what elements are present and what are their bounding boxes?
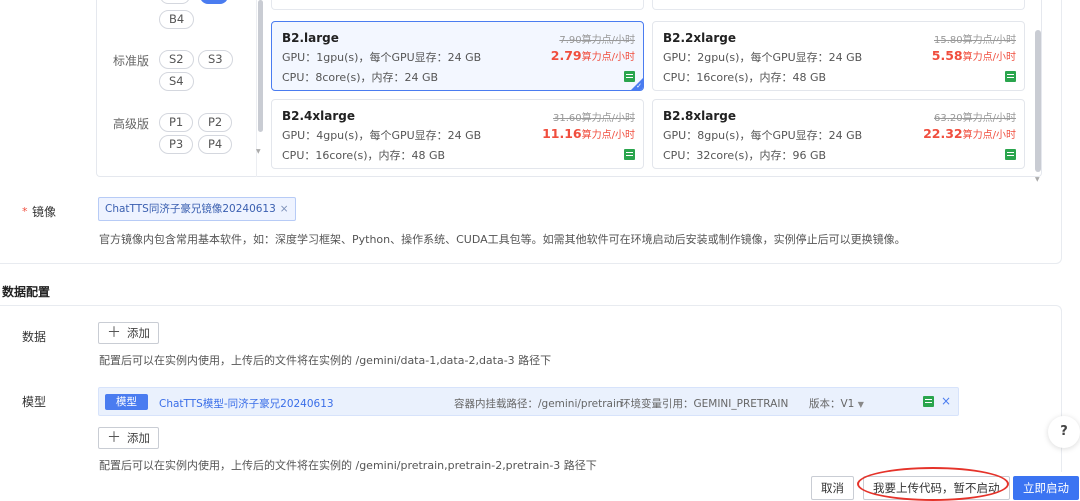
start-now-button[interactable]: 立即启动 [1013,476,1079,500]
model-name[interactable]: ChatTTS模型-同济子豪兄20240613 [159,396,334,411]
price-unit: 算力点/小时 [581,52,635,63]
instance-cpu: CPU：8core(s)，内存：24 GB [282,71,439,84]
price-value: 2.79 [550,48,582,63]
tier-chip-s4[interactable]: S4 [159,72,194,91]
check-icon: ✓ [636,82,642,90]
instance-cpu: CPU：16core(s)，内存：48 GB [282,149,446,162]
add-data-button[interactable]: ＋ 添加 [98,322,159,344]
price-value: 22.32 [923,126,963,141]
section-title-data-config: 数据配置 [2,285,51,299]
price-unit: 算力点/小时 [962,52,1016,63]
price-value: 5.58 [931,48,963,63]
spreadsheet-icon[interactable] [1005,71,1016,82]
data-hint: 配置后可以在实例内使用，上传后的文件将在实例的 /gemini/data-1,d… [99,354,552,367]
price-unit: 算力点/小时 [581,130,635,141]
spreadsheet-icon[interactable] [624,149,635,160]
data-label: 数据 [22,330,47,344]
tier-chip-p1[interactable]: P1 [159,113,194,132]
model-env-var: 环境变量引用：GEMINI_PRETRAIN [620,398,789,410]
spreadsheet-icon[interactable] [1005,149,1016,160]
tier-chip-p2[interactable]: P2 [198,113,233,132]
plus-icon: ＋ [107,325,121,341]
discount-price: 5.58算力点/小时 [932,48,1016,63]
required-mark: * [22,205,28,218]
discount-price: 11.16算力点/小时 [542,126,635,141]
model-version: 版本：V1 [809,398,855,410]
model-row[interactable]: 模型 ChatTTS模型-同济子豪兄20240613 容器内挂载路径：/gemi… [98,387,959,416]
discount-price: 2.79算力点/小时 [551,48,635,63]
original-price: 31.60算力点/小时 [553,113,635,124]
instance-card-b2-4xlarge[interactable]: B2.4xlarge GPU：4gpu(s)，每个GPU显存：24 GB CPU… [271,99,644,169]
chevron-down-icon: ▼ [857,400,864,409]
tier-label-advanced: 高级版 [113,117,150,131]
instance-card-partial[interactable] [652,0,1025,10]
model-mount-path: 容器内挂载路径：/gemini/pretrain [454,398,623,410]
help-icon[interactable]: ? [1048,416,1080,448]
original-price: 15.80算力点/小时 [934,35,1016,46]
footer-bar: 取消 我要上传代码，暂不启动 立即启动 [0,472,1080,501]
image-hint: 官方镜像内包含常用基本软件，如：深度学习框架、Python、操作系统、CUDA工… [99,233,906,246]
chip-partial[interactable] [160,0,190,4]
cards-scrollbar[interactable] [1035,30,1041,172]
instance-config-card: B4 标准版 S2 S3 S4 高级版 P1 P2 P3 P4 ▼ B2.lar… [0,0,1062,264]
instance-card-b2-8xlarge[interactable]: B2.8xlarge GPU：8gpu(s)，每个GPU显存：24 GB CPU… [652,99,1025,169]
add-model-label: 添加 [127,431,150,445]
tier-chip-b4[interactable]: B4 [159,10,195,29]
tier-chip-s2[interactable]: S2 [159,50,194,69]
chip-partial-active[interactable] [200,0,228,4]
tier-scrollbar[interactable] [258,0,263,132]
tier-chip-s3[interactable]: S3 [198,50,233,69]
instance-spec-panel: B4 标准版 S2 S3 S4 高级版 P1 P2 P3 P4 ▼ B2.lar… [96,0,1042,177]
tier-label-standard: 标准版 [113,54,150,68]
add-data-label: 添加 [127,326,150,340]
image-label: 镜像 [32,205,57,219]
model-label: 模型 [22,395,47,409]
tier-chip-p4[interactable]: P4 [198,135,233,154]
close-icon[interactable]: × [280,203,289,215]
scroll-down-arrow-icon[interactable]: ▼ [256,148,261,155]
scroll-down-arrow-icon[interactable]: ▼ [1035,176,1040,183]
model-version-select[interactable]: 版本：V1 ▼ [809,396,864,411]
upload-code-button[interactable]: 我要上传代码，暂不启动 [863,476,1010,500]
instance-cpu: CPU：16core(s)，内存：48 GB [663,71,827,84]
close-icon[interactable]: × [941,394,951,408]
add-model-button[interactable]: ＋ 添加 [98,427,159,449]
instance-cpu: CPU：32core(s)，内存：96 GB [663,149,827,162]
plus-icon: ＋ [107,430,121,446]
instance-card-b2-large[interactable]: B2.large GPU：1gpu(s)，每个GPU显存：24 GB CPU：8… [271,21,644,91]
image-tag-text: ChatTTS同济子豪兄镜像20240613 [105,203,276,215]
tier-column: B4 标准版 S2 S3 S4 高级版 P1 P2 P3 P4 [97,0,257,177]
price-unit: 算力点/小时 [962,130,1016,141]
tier-chip-p3[interactable]: P3 [159,135,194,154]
original-price: 7.90算力点/小时 [559,35,635,46]
cancel-button[interactable]: 取消 [811,476,854,500]
original-price: 63.20算力点/小时 [934,113,1016,124]
instance-card-partial[interactable] [271,0,644,10]
model-badge: 模型 [105,394,148,410]
spreadsheet-icon[interactable] [923,396,934,407]
discount-price: 22.32算力点/小时 [923,126,1016,141]
instance-card-b2-2xlarge[interactable]: B2.2xlarge GPU：2gpu(s)，每个GPU显存：24 GB CPU… [652,21,1025,91]
price-value: 11.16 [542,126,582,141]
model-hint: 配置后可以在实例内使用，上传后的文件将在实例的 /gemini/pretrain… [99,459,597,472]
image-tag[interactable]: ChatTTS同济子豪兄镜像20240613 × [98,197,296,221]
